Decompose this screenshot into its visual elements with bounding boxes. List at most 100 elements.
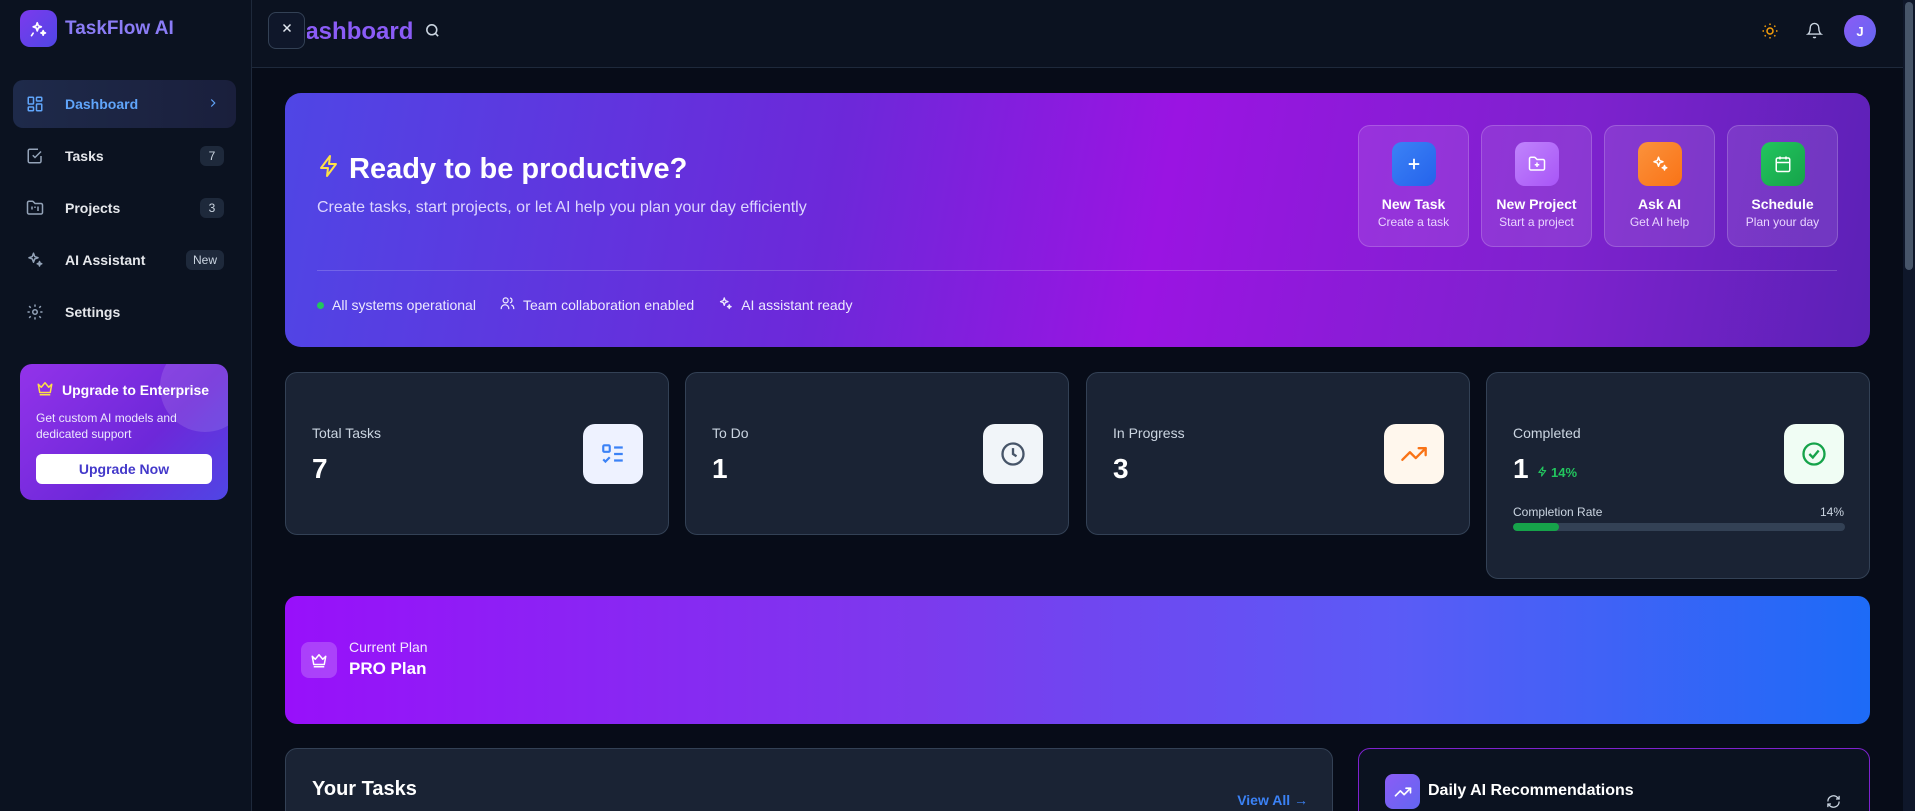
stat-label: Completed (1513, 425, 1581, 441)
gear-icon (25, 302, 45, 322)
clock-icon (983, 424, 1043, 484)
sidebar-item-ai-assistant[interactable]: AI Assistant New (13, 236, 236, 284)
status-text: All systems operational (332, 297, 476, 313)
your-tasks-panel: Your Tasks View All → (285, 748, 1333, 811)
scrollbar[interactable] (1903, 0, 1915, 811)
stat-card-to-do: To Do 1 (685, 372, 1069, 535)
count-badge: 7 (200, 146, 224, 166)
sparkles-icon (1637, 142, 1682, 186)
zap-icon (317, 153, 341, 186)
topbar: Dashboard J (252, 0, 1905, 68)
current-plan-banner: Current Plan PRO Plan (285, 596, 1870, 724)
users-icon (500, 296, 515, 314)
stat-label: In Progress (1113, 425, 1185, 441)
plus-icon (1391, 142, 1436, 186)
sidebar-item-label: Settings (65, 304, 121, 320)
sparkles-icon (718, 296, 733, 314)
sidebar: TaskFlow AI Dashboard Tasks 7 Projects 3… (0, 0, 252, 811)
status-team: Team collaboration enabled (500, 296, 694, 314)
stat-label: To Do (712, 425, 749, 441)
schedule-button[interactable]: Schedule Plan your day (1727, 125, 1838, 247)
stat-value: 7 (312, 453, 328, 484)
view-all-link[interactable]: View All → (1237, 792, 1308, 808)
sidebar-item-tasks[interactable]: Tasks 7 (13, 132, 236, 180)
sidebar-item-label: AI Assistant (65, 252, 146, 268)
ask-ai-button[interactable]: Ask AI Get AI help (1604, 125, 1715, 247)
divider (317, 270, 1837, 271)
app: TaskFlow AI Dashboard Tasks 7 Projects 3… (0, 0, 1915, 811)
brand[interactable]: TaskFlow AI (20, 10, 174, 47)
completion-progress-fill (1513, 523, 1560, 531)
folder-kanban-icon (25, 198, 45, 218)
crown-icon (36, 379, 54, 400)
sun-icon[interactable] (1761, 22, 1779, 45)
upgrade-title-text: Upgrade to Enterprise (62, 381, 210, 398)
action-desc: Get AI help (1629, 215, 1690, 229)
trend-indicator: 14% (1537, 465, 1577, 480)
list-check-icon (583, 424, 643, 484)
chevron-right-icon (206, 96, 220, 115)
panel-title: Your Tasks (312, 778, 417, 800)
trend-value: 14% (1551, 465, 1578, 480)
status-text: AI assistant ready (741, 297, 853, 313)
zap-icon (1537, 465, 1548, 480)
status-dot-icon (317, 301, 324, 309)
folder-plus-icon (1514, 142, 1559, 186)
close-sidebar-button[interactable] (268, 12, 305, 49)
new-task-button[interactable]: New Task Create a task (1358, 125, 1469, 247)
page-title: Dashboard (307, 18, 414, 45)
panel-title: Daily AI Recommendations (1428, 782, 1634, 799)
upgrade-card: Upgrade to Enterprise Get custom AI mode… (20, 364, 228, 500)
check-square-icon (25, 146, 45, 166)
new-project-button[interactable]: New Project Start a project (1481, 125, 1592, 247)
brand-name: TaskFlow AI (65, 17, 174, 39)
completion-progress-bar (1513, 523, 1845, 531)
completion-rate-value: 14% (1819, 505, 1844, 519)
hero-subtitle: Create tasks, start projects, or let AI … (317, 199, 807, 216)
plan-label: Current Plan (349, 639, 428, 655)
sidebar-item-label: Tasks (65, 148, 104, 164)
bell-icon[interactable] (1805, 22, 1824, 44)
plan-name: PRO Plan (349, 659, 427, 678)
completion-rate-label: Completion Rate (1513, 505, 1603, 519)
action-name: New Project (1496, 196, 1577, 212)
stat-value: 1 (1513, 453, 1529, 484)
sparkles-icon (25, 250, 45, 270)
ai-recommendations-panel: Daily AI Recommendations (1358, 748, 1870, 811)
sidebar-item-projects[interactable]: Projects 3 (13, 184, 236, 232)
check-circle-icon (1784, 424, 1844, 484)
page-title-container: Dashboard (307, 0, 507, 68)
upgrade-description: Get custom AI models and dedicated suppo… (36, 411, 177, 441)
stat-label: Total Tasks (312, 425, 381, 441)
stat-value: 1 (712, 453, 728, 484)
sidebar-item-label: Projects (65, 200, 121, 216)
action-name: New Task (1381, 196, 1446, 212)
trending-up-icon (1385, 774, 1420, 809)
stat-value: 3 (1113, 453, 1129, 484)
hero-title: Ready to be productive? (317, 153, 687, 186)
avatar[interactable]: J (1844, 15, 1876, 47)
scrollbar-thumb[interactable] (1905, 2, 1913, 270)
welcome-hero: Ready to be productive? Create tasks, st… (285, 93, 1870, 347)
sparkles-logo-icon (20, 10, 57, 47)
refresh-icon[interactable] (1826, 794, 1841, 811)
upgrade-title: Upgrade to Enterprise (36, 379, 212, 400)
action-name: Ask AI (1637, 196, 1682, 212)
action-name: Schedule (1751, 196, 1814, 212)
upgrade-now-button[interactable]: Upgrade Now (36, 454, 212, 484)
search-icon[interactable] (424, 22, 441, 44)
new-badge: New (185, 250, 224, 270)
status-ai: AI assistant ready (718, 296, 852, 314)
close-icon (280, 21, 294, 40)
calendar-icon (1760, 142, 1805, 186)
sidebar-item-settings[interactable]: Settings (13, 288, 236, 336)
sidebar-item-label: Dashboard (65, 96, 139, 112)
stat-card-completed: Completed 1 14% Completion Rate 14% (1486, 372, 1870, 579)
action-desc: Plan your day (1745, 215, 1820, 229)
action-desc: Start a project (1499, 215, 1574, 229)
stat-card-total-tasks: Total Tasks 7 (285, 372, 669, 535)
status-row: All systems operational Team collaborati… (317, 296, 852, 314)
sidebar-item-dashboard[interactable]: Dashboard (13, 80, 236, 128)
hero-title-text: Ready to be productive? (349, 153, 688, 185)
sidebar-nav: Dashboard Tasks 7 Projects 3 AI Assistan… (13, 80, 236, 340)
